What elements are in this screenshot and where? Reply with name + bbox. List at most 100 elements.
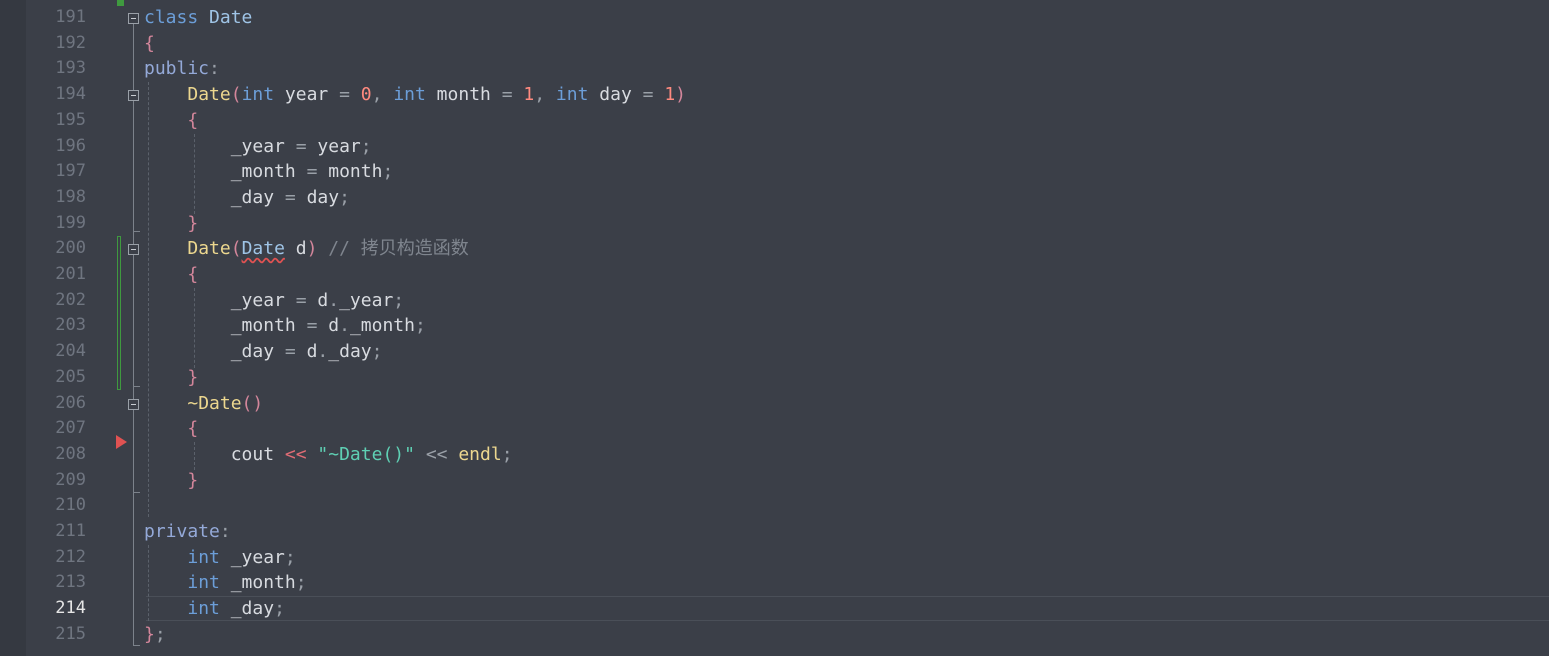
code-text[interactable]: }: [144, 468, 198, 494]
code-token: ,: [534, 84, 546, 106]
code-text[interactable]: _day = d._day;: [144, 339, 383, 365]
code-token: 1: [664, 84, 676, 106]
code-token: ;: [393, 289, 405, 311]
code-token: =: [295, 135, 307, 157]
code-line[interactable]: 211 private:: [0, 519, 1549, 545]
line-number: 208: [55, 443, 86, 464]
code-token: 1: [523, 84, 535, 106]
code-text[interactable]: };: [144, 622, 166, 648]
code-line[interactable]: 205 }: [0, 365, 1549, 391]
code-line[interactable]: 199 }: [0, 211, 1549, 237]
code-token: int: [187, 572, 220, 594]
code-text[interactable]: _month = month;: [144, 159, 394, 185]
code-token: =: [642, 84, 654, 106]
code-line[interactable]: 198 _day = day;: [0, 185, 1549, 211]
code-line[interactable]: 195 {: [0, 108, 1549, 134]
code-token: day: [295, 186, 340, 208]
code-line[interactable]: 207 {: [0, 416, 1549, 442]
code-line[interactable]: 194 Date(int year = 0, int month = 1, in…: [0, 82, 1549, 108]
code-text[interactable]: _day = day;: [144, 185, 350, 211]
code-line[interactable]: 193 public:: [0, 56, 1549, 82]
code-token: int: [187, 598, 220, 620]
code-text[interactable]: ~Date(): [144, 391, 263, 417]
line-number: 214: [55, 598, 86, 619]
code-line[interactable]: 214 int _day;: [0, 596, 1549, 622]
code-token: _year: [144, 289, 296, 311]
code-line[interactable]: 201 {: [0, 262, 1549, 288]
code-token: _day: [144, 341, 285, 363]
code-line[interactable]: 204 _day = d._day;: [0, 339, 1549, 365]
code-token: {: [187, 264, 199, 285]
code-text[interactable]: }: [144, 211, 198, 237]
code-token: ;: [360, 135, 372, 157]
code-token: int: [555, 84, 589, 106]
code-text[interactable]: int _year;: [144, 545, 295, 571]
line-number: 212: [55, 546, 86, 567]
code-editor[interactable]: 191 class Date 192{193 public: 194 Date(int …: [0, 0, 1549, 656]
code-token: _month: [219, 572, 296, 594]
code-line[interactable]: 200 Date(Date d) // 拷贝构造函数: [0, 236, 1549, 262]
code-text[interactable]: private:: [144, 519, 231, 545]
code-line[interactable]: 191 class Date: [0, 5, 1549, 31]
code-line[interactable]: 203 _month = d._month;: [0, 313, 1549, 339]
code-text[interactable]: }: [144, 365, 198, 391]
code-line[interactable]: 192 {: [0, 31, 1549, 57]
code-text[interactable]: _year = d._year;: [144, 288, 404, 314]
code-line[interactable]: 197 _month = month;: [0, 159, 1549, 185]
code-line[interactable]: 210: [0, 493, 1549, 519]
code-token: day: [588, 84, 643, 106]
code-text[interactable]: {: [144, 31, 155, 57]
code-text[interactable]: _year = year;: [144, 134, 372, 160]
line-number: 196: [55, 135, 86, 156]
code-text[interactable]: Date(Date d) // 拷贝构造函数: [144, 236, 468, 262]
code-token: .: [317, 341, 329, 363]
code-line[interactable]: 196 _year = year;: [0, 134, 1549, 160]
code-token: ;: [274, 598, 285, 620]
code-token: =: [284, 186, 296, 208]
code-text[interactable]: _month = d._month;: [144, 313, 426, 339]
code-token: ,: [371, 84, 383, 106]
code-token: _month: [144, 161, 307, 183]
code-token: }: [187, 212, 199, 234]
code-token: cout: [144, 443, 285, 465]
code-token: ): [675, 84, 686, 106]
code-token: Date: [209, 7, 253, 28]
code-text[interactable]: {: [144, 262, 198, 288]
code-line[interactable]: 209 }: [0, 468, 1549, 494]
code-token: year: [306, 135, 361, 157]
code-text[interactable]: int _day;: [144, 596, 285, 622]
code-line[interactable]: 208 cout << "~Date()" << endl;: [0, 442, 1549, 468]
code-line[interactable]: 212 int _year;: [0, 545, 1549, 571]
code-text[interactable]: {: [144, 416, 198, 442]
fold-toggle-icon[interactable]: [128, 13, 139, 24]
fold-toggle-icon[interactable]: [128, 398, 139, 410]
code-text[interactable]: class Date: [144, 5, 252, 31]
code-line[interactable]: 202 _year = d._year;: [0, 288, 1549, 314]
code-line[interactable]: 213 int _month;: [0, 570, 1549, 596]
code-token: Date: [187, 238, 231, 260]
code-text[interactable]: int _month;: [144, 570, 306, 596]
fold-toggle-icon[interactable]: [128, 90, 139, 102]
code-text[interactable]: {: [144, 108, 198, 134]
fold-toggle-icon[interactable]: [128, 244, 139, 256]
code-token: d: [317, 315, 340, 337]
code-text[interactable]: Date(int year = 0, int month = 1, int da…: [144, 82, 686, 108]
code-token: =: [295, 289, 307, 311]
code-text[interactable]: cout << "~Date()" << endl;: [144, 442, 513, 468]
code-token: int: [393, 84, 426, 106]
line-number: 213: [55, 572, 86, 593]
code-line[interactable]: 215};: [0, 622, 1549, 648]
code-line[interactable]: 206 ~Date(): [0, 391, 1549, 417]
code-text[interactable]: public:: [144, 56, 220, 82]
